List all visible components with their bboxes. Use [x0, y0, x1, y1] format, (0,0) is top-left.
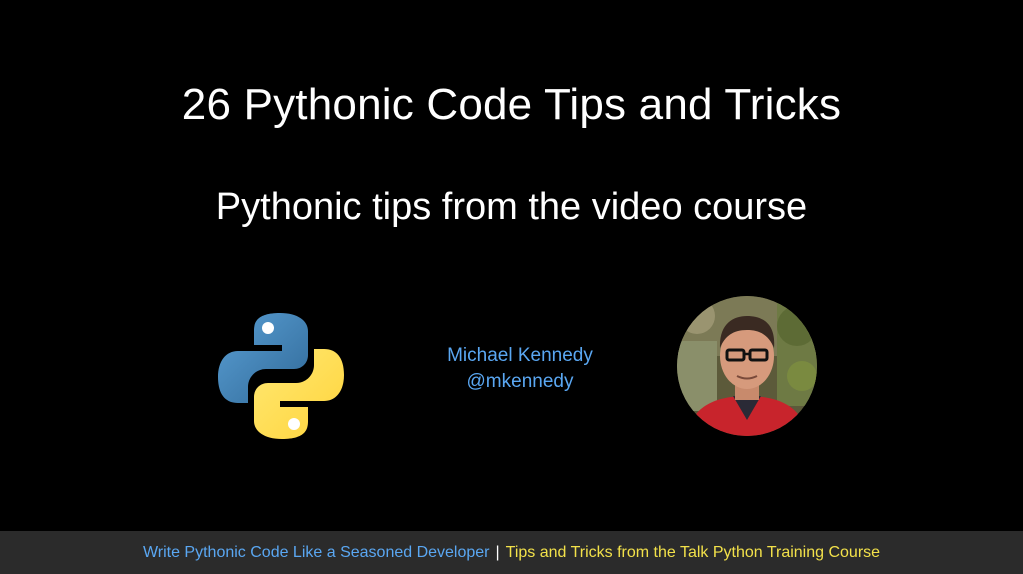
author-handle[interactable]: @mkennedy [405, 369, 635, 395]
footer-separator: | [495, 543, 500, 561]
footer-course-title: Write Pythonic Code Like a Seasoned Deve… [142, 543, 490, 561]
footer-tagline: Tips and Tricks from the Talk Python Tra… [505, 543, 881, 561]
slide-subtitle: Pythonic tips from the video course [215, 186, 808, 228]
python-logo-icon [216, 311, 346, 441]
slide-title: 26 Pythonic Code Tips and Tricks [181, 80, 842, 129]
author-info: Michael Kennedy @mkennedy [405, 343, 635, 395]
author-photo [677, 296, 817, 436]
slide: 26 Pythonic Code Tips and Tricks Pythoni… [0, 0, 1023, 531]
author-name: Michael Kennedy [447, 345, 593, 366]
footer-bar: Write Pythonic Code Like a Seasoned Deve… [0, 531, 1023, 574]
